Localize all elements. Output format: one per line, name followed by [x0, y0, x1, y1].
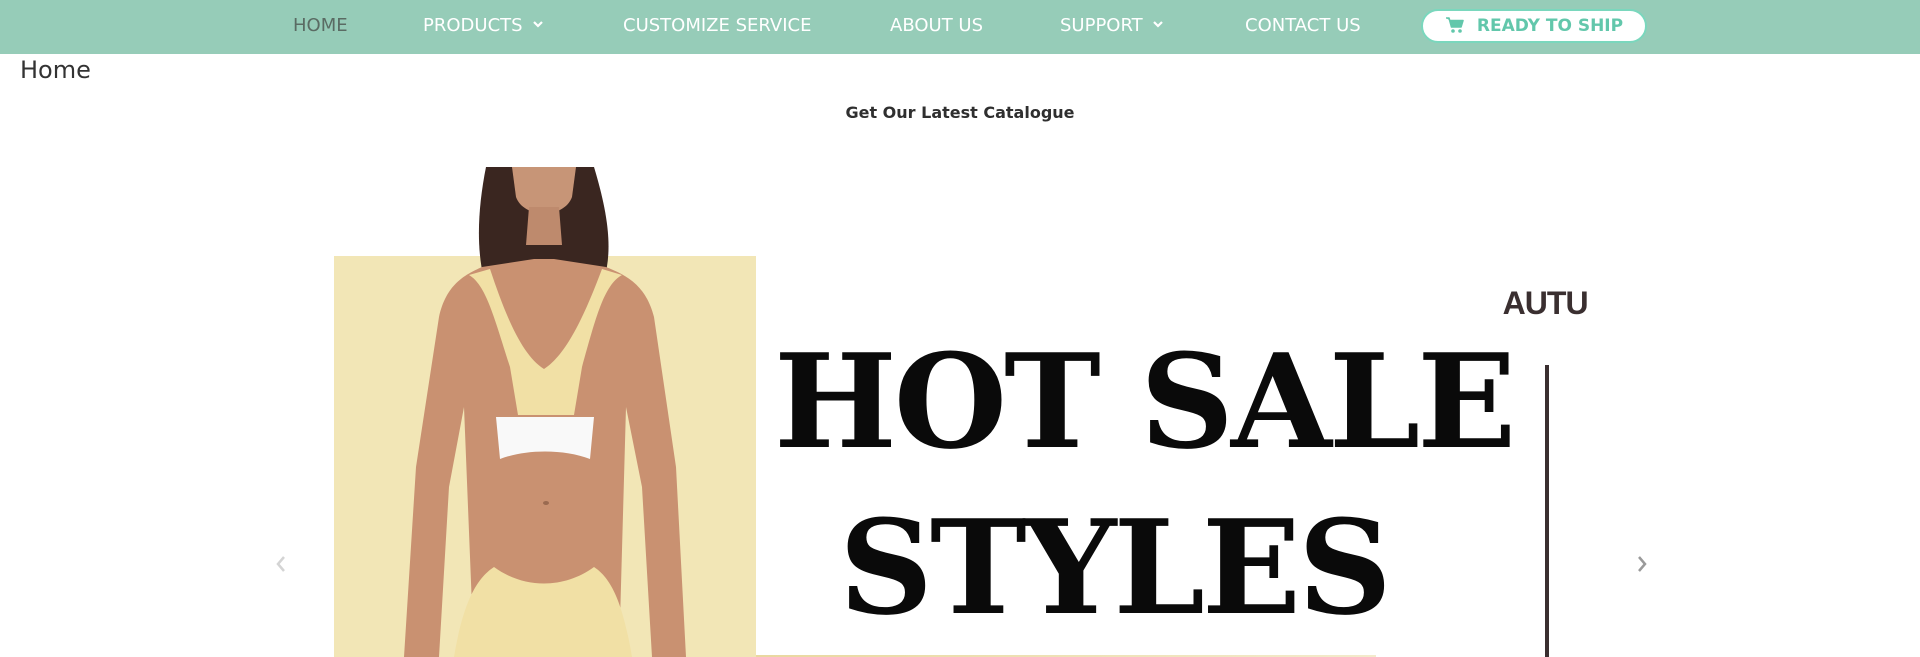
- nav-contact-us-label: CONTACT US: [1245, 15, 1361, 36]
- nav-about-us-label: ABOUT US: [890, 15, 984, 36]
- chevron-left-icon[interactable]: [271, 551, 291, 577]
- ready-to-ship-label: READY TO SHIP: [1476, 16, 1624, 36]
- season-label: AUTUMN: [1502, 285, 1589, 321]
- catalogue-link[interactable]: Get Our Latest Catalogue: [0, 103, 1920, 122]
- main-navbar: HOME PRODUCTS CUSTOMIZE SERVICE ABOUT US…: [0, 0, 1920, 54]
- nav-support[interactable]: SUPPORT: [1060, 0, 1164, 54]
- headline-line-2: STYLES: [839, 491, 1392, 644]
- model-photo: [404, 167, 686, 657]
- chevron-down-icon: [532, 21, 543, 28]
- chevron-right-icon[interactable]: [1632, 551, 1652, 577]
- nav-customize-service[interactable]: CUSTOMIZE SERVICE: [623, 0, 811, 54]
- headline-line-1: HOT SALE: [774, 325, 1516, 478]
- cart-icon: [1445, 17, 1464, 33]
- vertical-divider: [1545, 365, 1549, 657]
- nav-home-label: HOME: [293, 15, 348, 36]
- nav-products[interactable]: PRODUCTS: [423, 0, 544, 54]
- nav-contact-us[interactable]: CONTACT US: [1245, 0, 1361, 54]
- catalogue-link-label: Get Our Latest Catalogue: [845, 103, 1075, 122]
- ready-to-ship-button[interactable]: READY TO SHIP: [1421, 9, 1647, 43]
- nav-customize-service-label: CUSTOMIZE SERVICE: [623, 15, 812, 36]
- nav-products-label: PRODUCTS: [423, 15, 523, 36]
- hero-banner[interactable]: HOT SALE STYLES AUTUMN: [334, 167, 1589, 657]
- nav-about-us[interactable]: ABOUT US: [890, 0, 983, 54]
- chevron-down-icon: [1152, 21, 1163, 28]
- breadcrumb: Home: [20, 56, 91, 84]
- nav-support-label: SUPPORT: [1060, 15, 1143, 36]
- nav-home[interactable]: HOME: [293, 0, 348, 54]
